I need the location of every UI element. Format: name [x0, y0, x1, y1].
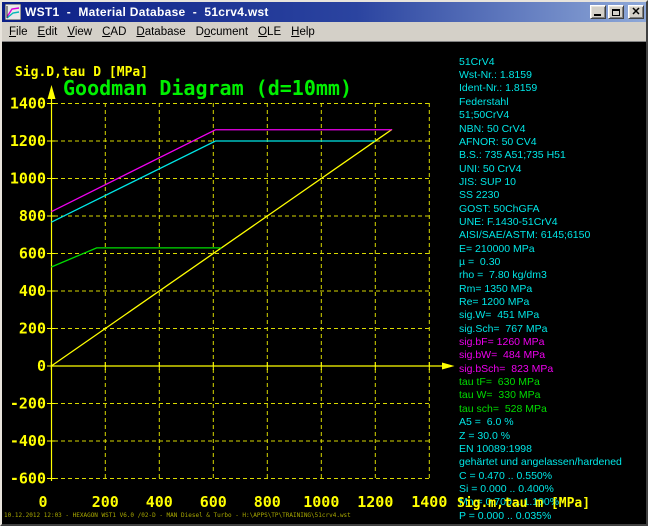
x-tick-label: 1400 — [411, 493, 447, 511]
material-property-line: Si = 0.000 .. 0.400% — [459, 483, 554, 496]
material-property-line: P = 0.000 .. 0.035% — [459, 510, 551, 523]
material-property-line: rho = 7.80 kg/dm3 — [459, 269, 547, 282]
menu-item-edit[interactable]: Edit — [33, 24, 63, 40]
y-axis-arrow-icon — [48, 85, 56, 99]
series-line-sig-bending-limit — [51, 130, 392, 212]
x-tick-label: 800 — [254, 493, 281, 511]
y-tick-label: 600 — [19, 245, 46, 263]
material-property-line: tau tF= 630 MPa — [459, 376, 540, 389]
y-tick-label: 0 — [37, 357, 46, 375]
series-line-sig-tension-limit — [51, 141, 375, 222]
material-property-line: SS 2230 — [459, 189, 499, 202]
material-property-line: Wst-Nr.: 1.8159 — [459, 69, 532, 82]
y-tick-label: 400 — [19, 282, 46, 300]
menu-item-file[interactable]: File — [4, 24, 33, 40]
x-tick-label: 200 — [92, 493, 119, 511]
material-property-line: 51CrV4 — [459, 56, 495, 69]
material-property-line: Re= 1200 MPa — [459, 296, 529, 309]
material-property-line: UNI: 50 CrV4 — [459, 163, 521, 176]
material-property-line: sig.bF= 1260 MPa — [459, 336, 545, 349]
x-tick-label: 600 — [200, 493, 227, 511]
material-property-line: A5 = 6.0 % — [459, 416, 514, 429]
x-tick-label: 0 — [38, 493, 47, 511]
material-property-line: µ = 0.30 — [459, 256, 500, 269]
material-property-line: sig.Sch= 767 MPa — [459, 323, 547, 336]
y-tick-label: 200 — [19, 320, 46, 338]
y-axis-label: Sig.D,tau D [MPa] — [15, 65, 148, 80]
material-property-line: GOST: 50ChGFA — [459, 203, 540, 216]
material-property-line: EN 10089:1998 — [459, 443, 532, 456]
material-property-line: NBN: 50 CrV4 — [459, 123, 526, 136]
x-tick-label: 1200 — [357, 493, 393, 511]
material-property-line: Z = 30.0 % — [459, 430, 510, 443]
menu-item-view[interactable]: View — [62, 24, 97, 40]
application-window: WST1 - Material Database - 51crv4.wst ✕ … — [0, 0, 648, 526]
material-property-line: tau W= 330 MPa — [459, 389, 540, 402]
status-bar: 10.12.2012 12:03 - HEXAGON WST1 V6.0 /02… — [4, 512, 351, 519]
y-tick-label: -600 — [10, 470, 46, 488]
menu-item-help[interactable]: Help — [286, 24, 320, 40]
menu-item-database[interactable]: Database — [131, 24, 190, 40]
material-property-line: B.S.: 735 A51;735 H51 — [459, 149, 566, 162]
material-property-line: Ident-Nr.: 1.8159 — [459, 82, 537, 95]
window-title: WST1 - Material Database - 51crv4.wst — [25, 5, 269, 19]
x-axis-arrow-icon — [442, 363, 455, 370]
close-button[interactable]: ✕ — [628, 5, 644, 19]
maximize-button[interactable] — [608, 5, 624, 19]
material-property-line: Federstahl — [459, 96, 509, 109]
material-property-line: sig.bW= 484 MPa — [459, 349, 545, 362]
x-tick-label: 400 — [146, 493, 173, 511]
maximize-icon — [612, 9, 620, 16]
material-property-line: gehärtet und angelassen/hardened — [459, 456, 622, 469]
series-line-tau-torsion-limit — [51, 248, 221, 267]
x-tick-label: 1000 — [303, 493, 339, 511]
y-tick-label: -400 — [10, 432, 46, 450]
menu-item-document[interactable]: Document — [191, 24, 253, 40]
material-property-line: 51;50CrV4 — [459, 109, 509, 122]
chart-title: Goodman Diagram (d=10mm) — [63, 76, 352, 100]
menu-bar: FileEditViewCADDatabaseDocumentOLEHelp — [2, 22, 646, 42]
material-property-line: tau sch= 528 MPa — [459, 403, 547, 416]
y-tick-label: 1000 — [10, 170, 46, 188]
y-tick-label: 1200 — [10, 132, 46, 150]
chart-client-area: 51CrV4Wst-Nr.: 1.8159Ident-Nr.: 1.8159Fe… — [2, 42, 646, 524]
material-property-line: sig.bSch= 823 MPa — [459, 363, 553, 376]
goodman-diagram-chart: 1400 1200 1000 800 600 400 200 0 -200 -400 -600 0 20… — [2, 42, 646, 524]
app-icon[interactable] — [5, 4, 21, 20]
material-property-line: UNE: F.1430-51CrV4 — [459, 216, 558, 229]
y-tick-label: 1400 — [10, 95, 46, 113]
y-tick-label: -200 — [10, 395, 46, 413]
material-property-line: sig.W= 451 MPa — [459, 309, 539, 322]
close-icon: ✕ — [631, 7, 640, 18]
series-line-mean-stress-line — [51, 129, 392, 366]
material-property-line: AISI/SAE/ASTM: 6145;6150 — [459, 229, 590, 242]
window-buttons: ✕ — [590, 5, 644, 19]
y-tick-label: 800 — [19, 207, 46, 225]
material-property-line: C = 0.470 .. 0.550% — [459, 470, 552, 483]
title-bar[interactable]: WST1 - Material Database - 51crv4.wst ✕ — [2, 2, 646, 22]
minimize-button[interactable] — [590, 5, 606, 19]
material-property-line: Mn = 0.700 .. 1.100% — [459, 496, 559, 509]
material-property-line: JIS: SUP 10 — [459, 176, 516, 189]
material-property-line: E= 210000 MPa — [459, 243, 535, 256]
menu-item-cad[interactable]: CAD — [97, 24, 131, 40]
material-property-line: AFNOR: 50 CV4 — [459, 136, 537, 149]
menu-item-ole[interactable]: OLE — [253, 24, 286, 40]
minimize-icon — [594, 14, 601, 16]
material-property-line: Rm= 1350 MPa — [459, 283, 532, 296]
